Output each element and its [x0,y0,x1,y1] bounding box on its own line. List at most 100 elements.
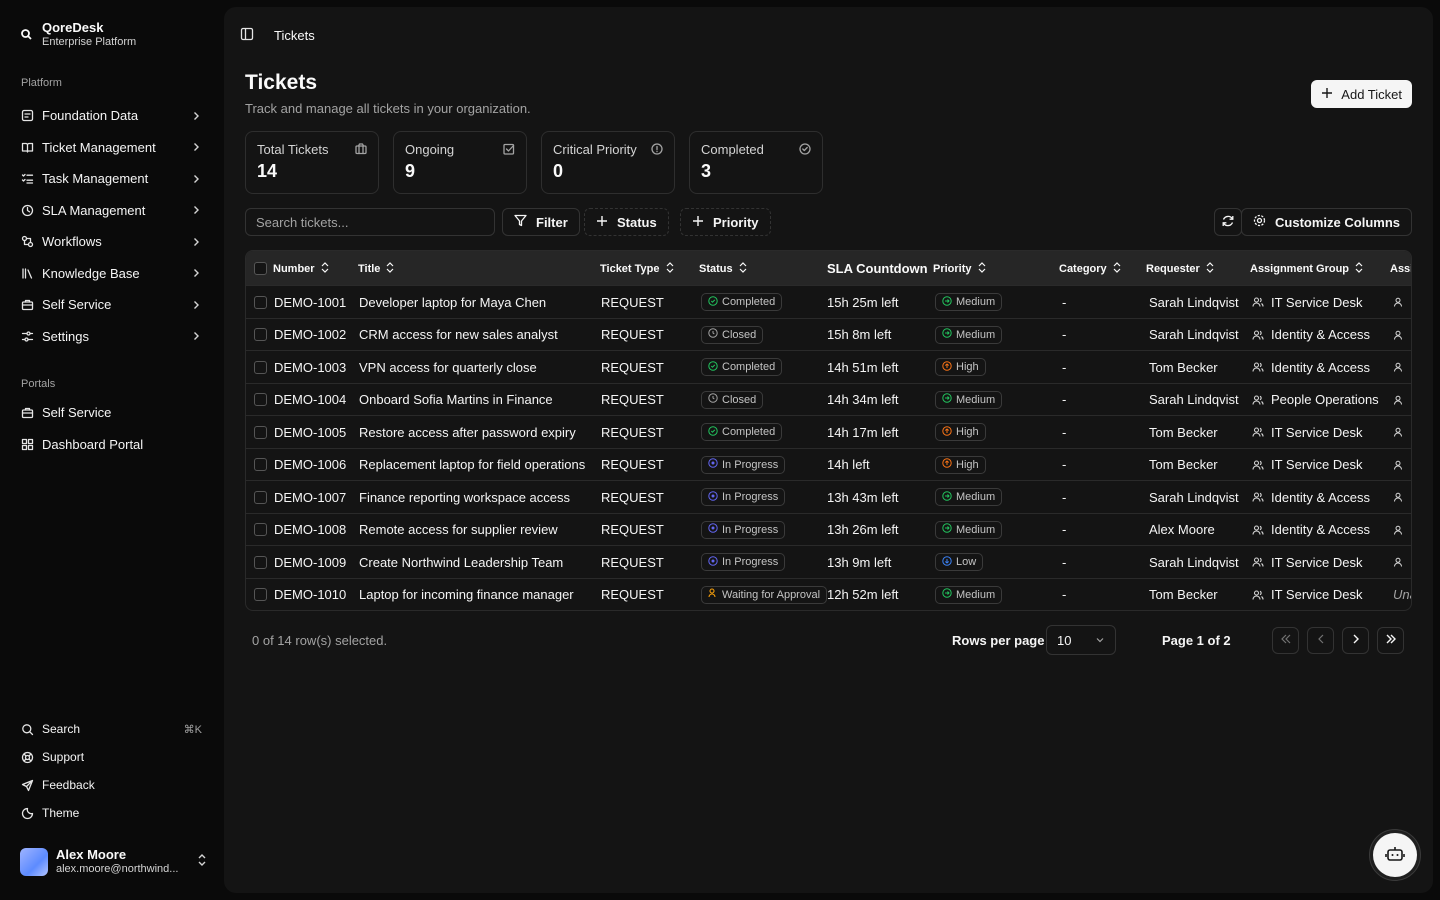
user-menu[interactable]: Alex Moore alex.moore@northwind... [20,847,208,876]
ticket-requester: Sarah Lindqvist [1149,489,1239,505]
ticket-title[interactable]: Restore access after password expiry [359,416,576,449]
table-row[interactable]: DEMO-1003 VPN access for quarterly close… [246,351,1411,384]
table-row[interactable]: DEMO-1008 Remote access for supplier rev… [246,514,1411,547]
ticket-number[interactable]: DEMO-1003 [274,351,346,384]
table-row[interactable]: DEMO-1004 Onboard Sofia Martins in Finan… [246,384,1411,417]
select-all-checkbox[interactable] [254,262,267,275]
sort-icon [1206,261,1214,276]
next-page-button[interactable] [1342,627,1369,654]
column-header-number[interactable]: Number [273,251,329,286]
sidebar-item-workflows[interactable]: Workflows [12,226,212,258]
table-row[interactable]: DEMO-1009 Create Northwind Leadership Te… [246,546,1411,579]
add-ticket-button[interactable]: Add Ticket [1311,80,1412,108]
sidebar-item-ticket-management[interactable]: Ticket Management [12,132,212,164]
stat-value: 3 [701,161,712,181]
row-checkbox[interactable] [254,295,267,309]
footer-item-search[interactable]: Search ⌘K [12,715,212,743]
ticket-category: - [1062,522,1067,538]
users-icon [1252,361,1264,373]
ticket-title[interactable]: CRM access for new sales analyst [359,319,558,352]
column-header-requester[interactable]: Requester [1146,251,1214,286]
footer-item-theme[interactable]: Theme [12,799,212,827]
assignment-group: IT Service Desk [1252,449,1363,482]
ticket-number[interactable]: DEMO-1001 [274,286,346,319]
column-header-title[interactable]: Title [358,251,394,286]
portal-item-self-service[interactable]: Self Service [12,397,212,429]
refresh-button[interactable] [1214,208,1242,236]
ticket-number[interactable]: DEMO-1004 [274,384,346,417]
ticket-title[interactable]: Create Northwind Leadership Team [359,546,563,579]
row-checkbox[interactable] [254,425,267,439]
row-checkbox[interactable] [254,555,267,569]
portal-item-dashboard-portal[interactable]: Dashboard Portal [12,429,212,461]
sidebar-item-settings[interactable]: Settings [12,321,212,353]
customize-columns-button[interactable]: Customize Columns [1241,208,1412,236]
sidebar-item-knowledge-base[interactable]: Knowledge Base [12,258,212,290]
previous-page-button[interactable] [1307,627,1334,654]
stat-card: Critical Priority 0 [541,131,675,194]
table-row[interactable]: DEMO-1001 Developer laptop for Maya Chen… [246,286,1411,319]
check-circle-icon [708,426,718,439]
ticket-title[interactable]: Finance reporting workspace access [359,481,570,514]
footer-item-label: Search [42,722,81,736]
row-checkbox[interactable] [254,588,267,602]
table-row[interactable]: DEMO-1006 Replacement laptop for field o… [246,449,1411,482]
row-checkbox[interactable] [254,523,267,537]
search-input[interactable] [245,208,495,236]
ticket-title[interactable]: Developer laptop for Maya Chen [359,286,546,319]
column-header-ticket-type[interactable]: Ticket Type [600,251,674,286]
column-header-priority[interactable]: Priority [933,251,986,286]
chevrons-up-down-icon [196,853,208,870]
priority-filter-button[interactable]: Priority [680,208,771,236]
sidebar-item-foundation-data[interactable]: Foundation Data [12,100,212,132]
column-header-status[interactable]: Status [699,251,747,286]
filter-button[interactable]: Filter [502,208,580,236]
customize-columns-label: Customize Columns [1275,214,1400,230]
breadcrumb: Tickets [274,28,315,43]
row-checkbox[interactable] [254,490,267,504]
sidebar-item-label: Ticket Management [42,139,156,155]
ticket-number[interactable]: DEMO-1009 [274,546,346,579]
table-row[interactable]: DEMO-1005 Restore access after password … [246,416,1411,449]
priority-arrow-icon [942,393,952,406]
ticket-title[interactable]: Remote access for supplier review [359,514,558,547]
table-row[interactable]: DEMO-1007 Finance reporting workspace ac… [246,481,1411,514]
progress-icon [708,523,718,536]
table-row[interactable]: DEMO-1010 Laptop for incoming finance ma… [246,579,1411,611]
progress-icon [708,458,718,471]
ticket-title[interactable]: Onboard Sofia Martins in Finance [359,384,553,417]
user-icon [1393,427,1403,437]
assistant-button[interactable] [1369,829,1421,881]
ticket-number[interactable]: DEMO-1008 [274,514,346,547]
sidebar-item-label: Knowledge Base [42,265,140,281]
sidebar-toggle-icon[interactable] [240,27,254,44]
rows-per-page-select[interactable]: 10 [1046,625,1116,655]
sidebar-item-task-management[interactable]: Task Management [12,163,212,195]
row-checkbox[interactable] [254,393,267,407]
ticket-number[interactable]: DEMO-1005 [274,416,346,449]
last-page-button[interactable] [1377,627,1404,654]
status-filter-button[interactable]: Status [584,208,669,236]
sidebar-item-self-service[interactable]: Self Service [12,289,212,321]
ticket-number[interactable]: DEMO-1006 [274,449,346,482]
column-header-assignment-group[interactable]: Assignment Group [1250,251,1363,286]
row-checkbox[interactable] [254,360,267,374]
ticket-number[interactable]: DEMO-1007 [274,481,346,514]
ticket-title[interactable]: Replacement laptop for field operations [359,449,585,482]
brand[interactable]: QoreDesk Enterprise Platform [20,20,136,49]
row-checkbox[interactable] [254,328,267,342]
table-row[interactable]: DEMO-1002 CRM access for new sales analy… [246,319,1411,352]
sla-countdown: 14h 34m left [827,392,899,408]
ticket-number[interactable]: DEMO-1002 [274,319,346,352]
ticket-title[interactable]: VPN access for quarterly close [359,351,537,384]
ticket-title[interactable]: Laptop for incoming finance manager [359,579,574,611]
users-icon [1252,459,1264,471]
ticket-number[interactable]: DEMO-1010 [274,579,346,611]
row-checkbox[interactable] [254,458,267,472]
footer-item-support[interactable]: Support [12,743,212,771]
first-page-button[interactable] [1272,627,1299,654]
sidebar-item-sla-management[interactable]: SLA Management [12,195,212,227]
footer-item-feedback[interactable]: Feedback [12,771,212,799]
column-header-category[interactable]: Category [1059,251,1121,286]
status-badge: Closed [701,325,764,344]
